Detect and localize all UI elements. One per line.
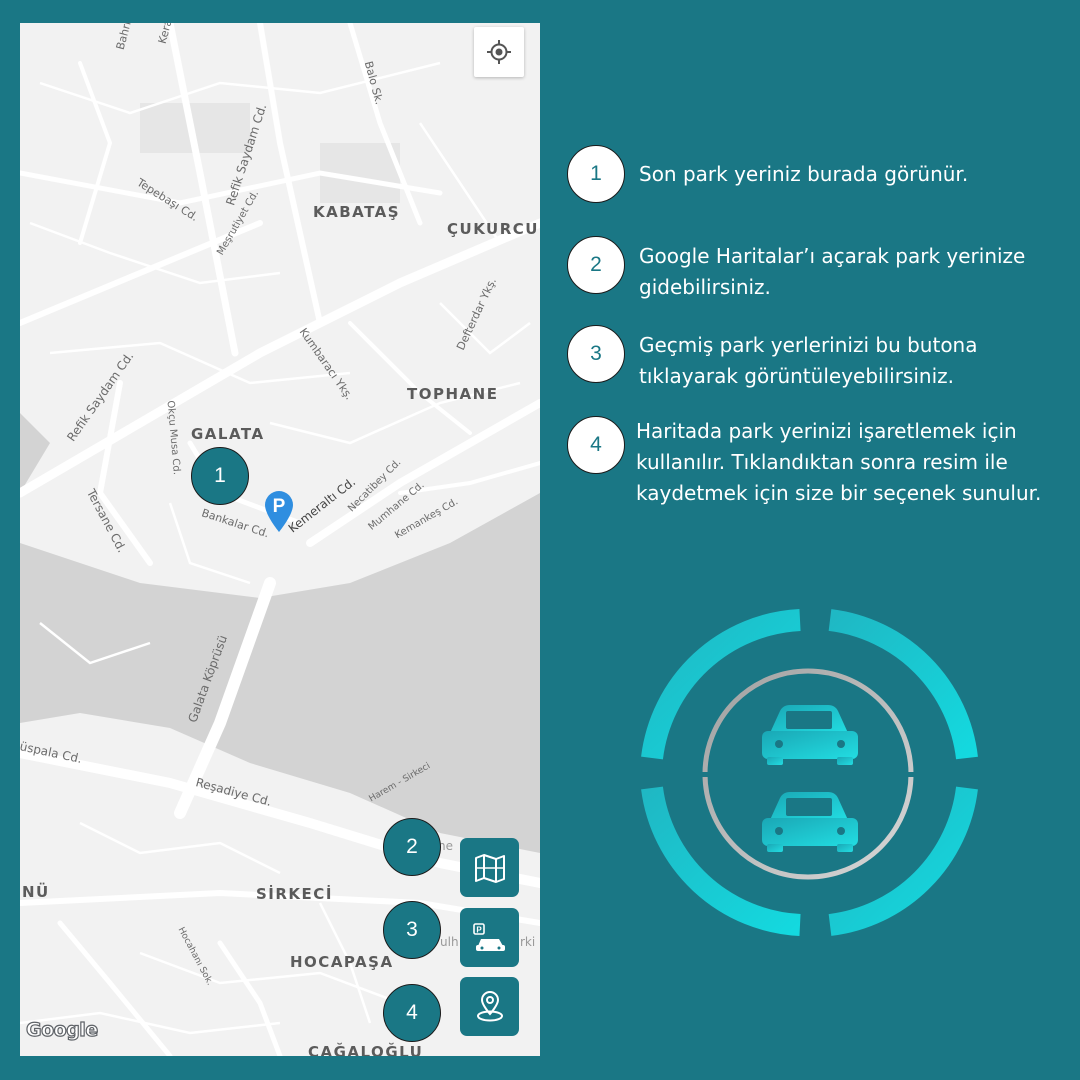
street-fragment-rki: rki <box>520 935 536 949</box>
district-kabatas: KABATAŞ <box>313 203 401 221</box>
parking-pin-icon: P <box>265 491 293 532</box>
crosshair-icon <box>487 40 511 64</box>
callout-marker-3: 3 <box>383 901 441 959</box>
map-view[interactable]: KABATAŞ ÇUKURCU TOPHANE GALATA SİRKECİ H… <box>20 23 540 1056</box>
step-4-text: Haritada park yerinizi işaretlemek için … <box>636 419 1042 505</box>
step-1-number: 1 <box>567 145 625 203</box>
street-fragment-ulh: ulh <box>440 935 459 949</box>
district-sirkeci: SİRKECİ <box>256 885 333 903</box>
district-cagaloglu: CAĞALOĞLU <box>308 1043 424 1056</box>
district-cukurcuma: ÇUKURCU <box>447 220 539 238</box>
step-3-text: Geçmiş park yerlerinizi bu butona tıklay… <box>639 333 978 388</box>
folded-map-icon <box>474 853 505 883</box>
parking-history-button[interactable]: P <box>460 908 519 967</box>
district-tophane: TOPHANE <box>407 385 499 403</box>
callout-marker-4: 4 <box>383 984 441 1042</box>
open-google-maps-button[interactable] <box>460 838 519 897</box>
step-2-number: 2 <box>567 236 625 294</box>
callout-marker-2: 2 <box>383 818 441 876</box>
step-3-number: 3 <box>567 325 625 383</box>
callout-marker-1: 1 <box>191 447 249 505</box>
google-logo: Google <box>25 1018 98 1041</box>
svg-text:P: P <box>273 496 286 517</box>
step-1-text: Son park yeriniz burada görünür. <box>639 162 969 186</box>
parking-car-icon: P <box>472 922 505 951</box>
step-2-text: Google Haritalar’ı açarak park yerinize … <box>639 244 1026 299</box>
svg-text:P: P <box>476 925 482 934</box>
step-4-number: 4 <box>567 416 625 474</box>
mark-parking-location-button[interactable] <box>460 977 519 1036</box>
app-logo <box>641 609 978 936</box>
district-galata: GALATA <box>191 425 265 443</box>
district-nu: NÜ <box>22 883 50 901</box>
location-pin-icon <box>476 990 503 1021</box>
parking-location-marker[interactable]: P <box>263 489 295 537</box>
district-hocapasa: HOCAPAŞA <box>290 953 394 971</box>
my-location-button[interactable] <box>474 27 524 77</box>
